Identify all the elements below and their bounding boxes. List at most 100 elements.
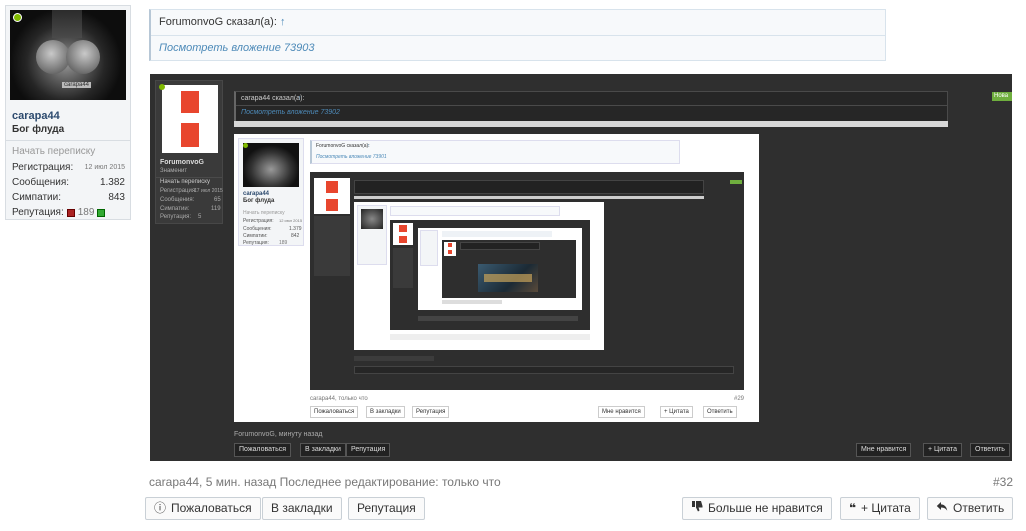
nested-screenshot-level6 [418,228,582,310]
mini-report-button: Пожаловаться [234,443,292,457]
mini-report-button: Пожаловаться [310,406,359,418]
mini-post-meta: carapa44, только что [310,396,368,402]
mini-stat: Сообщения: [243,226,272,232]
quote-header: ForumonvoG сказал(а): ↑ [159,16,285,28]
mini-footer [390,334,590,340]
stat-label: Симпатии: [12,192,61,203]
mini-quote: ForumonvoG сказал(а): ↑ Посмотреть вложе… [310,140,680,164]
mini-stat: Начать переписку [243,210,285,216]
mini-stat: Сообщения: [160,197,195,203]
mini-stat-value: 5 [198,214,202,220]
attachment-link[interactable]: Посмотреть вложение 73903 [159,42,314,54]
mini-reply-button: Ответить [703,406,737,418]
mini-post-meta: ForumonvoG, минуту назад [234,431,323,438]
avatar-graphic [66,40,100,74]
mini-user-panel: carapa44 Бог флуда Начать переписку Реги… [238,138,304,246]
quote-label: + Цитата [861,501,911,515]
mini-quote [390,206,560,216]
reputation-plus-icon[interactable] [97,208,106,217]
nested-screenshot-level7 [442,240,576,298]
start-conversation-link[interactable]: Начать переписку [12,146,125,157]
stat-reputation: Репутация: 189 [12,205,125,220]
online-status-icon [13,13,22,22]
mini-stat: Регистрация: [243,218,274,224]
mini-username: ForumonvoG [160,159,204,166]
mini-avatar [243,143,299,187]
mini-reply-button: Ответить [970,443,1010,457]
mini-stat-value: 12 июл 2015 [279,218,303,223]
user-panel: carapa44 carapa44 Бог флуда Начать переп… [5,5,131,220]
avatar-tag: carapa44 [62,82,92,88]
stat-messages: Сообщения: 1.382 [12,175,125,190]
mini-reputation-button: Репутация [346,443,391,457]
quote-button[interactable]: ❝ + Цитата [840,497,920,520]
mini-stat: Регистрация: [160,188,197,194]
mini-user-panel [357,205,387,265]
nested-screenshot-level2: carapa44 Бог флуда Начать переписку Реги… [234,134,759,422]
mini-quote [354,180,704,194]
mini-like-button: Мне нравится [856,443,912,457]
mini-quote-arrow-icon: ↑ [367,143,370,149]
mini-bookmark-button: В закладки [300,443,346,457]
mini-avatar [393,223,413,245]
mini-user-title: Знаменит [160,168,188,174]
unlike-button[interactable]: Больше не нравится [682,497,832,520]
mini-stat-value: 1.379 [289,226,302,232]
mini-user-title: Бог флуда [243,198,275,204]
stat-registration: Регистрация: 12 июл 2015 [12,160,125,175]
stat-label: Регистрация: [12,162,74,173]
stat-value: 1.382 [99,177,125,188]
stat-likes: Симпатии: 843 [12,190,125,205]
attached-screenshot[interactable]: ForumonvoG Знаменит Начать переписку Рег… [150,74,1012,461]
mini-stat-value: 17 июл 2015 [194,188,223,194]
mini-stat-value: 189 [279,240,288,246]
divider [6,140,130,141]
new-badge: Нова [992,92,1012,101]
mini-stat-value: 119 [211,206,221,212]
reputation-minus-icon[interactable] [66,208,75,217]
mini-attachment-link: Посмотреть вложение 73902 [241,109,340,116]
reputation-button[interactable]: Репутация [348,497,425,520]
mini-avatar [314,178,350,214]
mini-footer [418,316,578,321]
nested-screenshot-level4 [354,202,604,350]
avatar-graphic [52,10,82,38]
mini-stat: Репутация: [243,240,269,246]
mini-stat: Симпатии: [160,206,190,212]
avatar-graphic [36,40,70,74]
nested-screenshot-level3 [310,172,744,390]
mini-avatar [444,242,456,256]
post-meta: carapa44, 5 мин. назад Последнее редакти… [149,475,501,489]
post-number-link[interactable]: #32 [993,475,1013,489]
reply-arrow-icon [936,498,948,519]
nested-screenshot-level5 [390,220,590,330]
username-link[interactable]: carapa44 [12,110,60,122]
quote-author: ForumonvoG сказал(а): [159,16,277,28]
reply-label: Ответить [953,501,1005,515]
mini-attachment-link: Посмотреть вложение 73901 [316,154,387,160]
mini-user-panel [314,216,350,276]
mini-reputation-button: Репутация [412,406,450,418]
report-label: Пожаловаться [171,501,252,515]
stat-value: 12 июл 2015 [84,164,125,171]
mini-quote-button: + Цитата [660,406,693,418]
bookmark-button[interactable]: В закладки [262,497,342,520]
reputation-value: 189 [77,207,95,218]
report-button[interactable]: ⓘ Пожаловаться [145,497,261,520]
quote-block: ForumonvoG сказал(а): ↑ Посмотреть вложе… [149,9,886,61]
mini-like-button: Мне нравится [598,406,645,418]
mini-stat-value: 842 [291,233,300,239]
reply-button[interactable]: Ответить [927,497,1014,520]
reputation-label: Репутация [357,501,416,515]
mini-footer [354,356,434,361]
unlike-label: Больше не нравится [708,501,823,515]
mini-footer [442,300,502,304]
avatar[interactable]: carapa44 [10,10,126,100]
mini-user-panel [393,248,413,288]
quote-jump-arrow-icon[interactable]: ↑ [280,16,286,28]
mini-game-image [478,264,538,292]
reputation-group: Репутация: 189 [12,207,106,218]
mini-quote [442,231,552,237]
mini-quote-author: ForumonvoG сказал(а): [316,143,370,149]
mini-quote-author: carapa44 сказал(а): [241,95,305,102]
